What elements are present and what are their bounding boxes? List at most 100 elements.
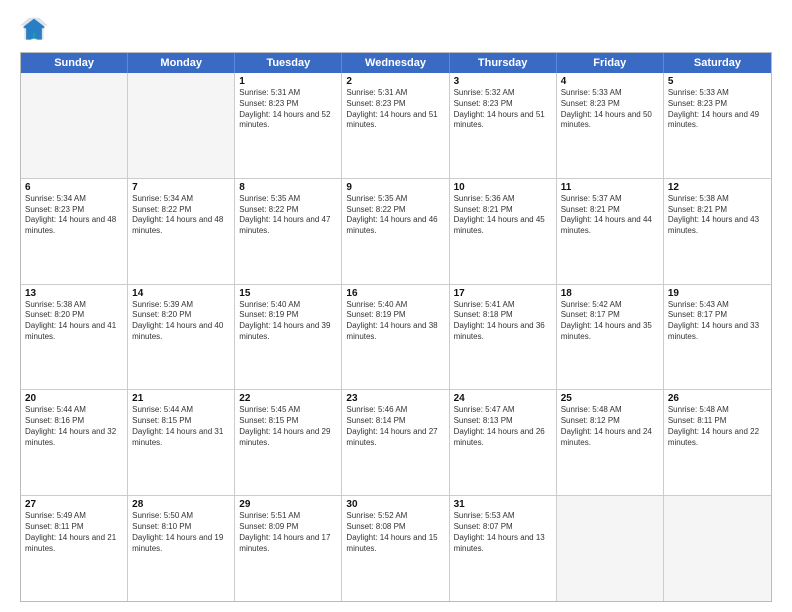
day-info: Sunrise: 5:42 AMSunset: 8:17 PMDaylight:… [561, 300, 659, 343]
calendar-cell: 14Sunrise: 5:39 AMSunset: 8:20 PMDayligh… [128, 285, 235, 390]
calendar-cell: 1Sunrise: 5:31 AMSunset: 8:23 PMDaylight… [235, 73, 342, 178]
calendar-cell: 6Sunrise: 5:34 AMSunset: 8:23 PMDaylight… [21, 179, 128, 284]
calendar-cell: 13Sunrise: 5:38 AMSunset: 8:20 PMDayligh… [21, 285, 128, 390]
day-number: 27 [25, 499, 123, 510]
calendar-row: 1Sunrise: 5:31 AMSunset: 8:23 PMDaylight… [21, 73, 771, 179]
day-info: Sunrise: 5:48 AMSunset: 8:12 PMDaylight:… [561, 405, 659, 448]
day-info: Sunrise: 5:31 AMSunset: 8:23 PMDaylight:… [346, 88, 444, 131]
calendar-cell: 15Sunrise: 5:40 AMSunset: 8:19 PMDayligh… [235, 285, 342, 390]
day-info: Sunrise: 5:34 AMSunset: 8:23 PMDaylight:… [25, 194, 123, 237]
day-info: Sunrise: 5:50 AMSunset: 8:10 PMDaylight:… [132, 511, 230, 554]
calendar-cell: 24Sunrise: 5:47 AMSunset: 8:13 PMDayligh… [450, 390, 557, 495]
calendar-cell: 30Sunrise: 5:52 AMSunset: 8:08 PMDayligh… [342, 496, 449, 601]
calendar-cell [128, 73, 235, 178]
weekday-header: Monday [128, 53, 235, 73]
day-info: Sunrise: 5:48 AMSunset: 8:11 PMDaylight:… [668, 405, 767, 448]
day-info: Sunrise: 5:41 AMSunset: 8:18 PMDaylight:… [454, 300, 552, 343]
day-number: 10 [454, 182, 552, 193]
day-number: 16 [346, 288, 444, 299]
day-number: 8 [239, 182, 337, 193]
calendar-cell: 8Sunrise: 5:35 AMSunset: 8:22 PMDaylight… [235, 179, 342, 284]
day-info: Sunrise: 5:44 AMSunset: 8:16 PMDaylight:… [25, 405, 123, 448]
day-number: 15 [239, 288, 337, 299]
day-number: 18 [561, 288, 659, 299]
day-info: Sunrise: 5:44 AMSunset: 8:15 PMDaylight:… [132, 405, 230, 448]
calendar-cell: 25Sunrise: 5:48 AMSunset: 8:12 PMDayligh… [557, 390, 664, 495]
calendar-cell: 28Sunrise: 5:50 AMSunset: 8:10 PMDayligh… [128, 496, 235, 601]
day-info: Sunrise: 5:38 AMSunset: 8:21 PMDaylight:… [668, 194, 767, 237]
calendar-cell: 16Sunrise: 5:40 AMSunset: 8:19 PMDayligh… [342, 285, 449, 390]
calendar-row: 13Sunrise: 5:38 AMSunset: 8:20 PMDayligh… [21, 285, 771, 391]
day-info: Sunrise: 5:32 AMSunset: 8:23 PMDaylight:… [454, 88, 552, 131]
day-info: Sunrise: 5:51 AMSunset: 8:09 PMDaylight:… [239, 511, 337, 554]
calendar-cell: 31Sunrise: 5:53 AMSunset: 8:07 PMDayligh… [450, 496, 557, 601]
day-info: Sunrise: 5:33 AMSunset: 8:23 PMDaylight:… [668, 88, 767, 131]
calendar-cell: 26Sunrise: 5:48 AMSunset: 8:11 PMDayligh… [664, 390, 771, 495]
day-number: 11 [561, 182, 659, 193]
logo-icon [20, 16, 48, 44]
weekday-header: Saturday [664, 53, 771, 73]
day-number: 31 [454, 499, 552, 510]
weekday-header: Wednesday [342, 53, 449, 73]
day-info: Sunrise: 5:31 AMSunset: 8:23 PMDaylight:… [239, 88, 337, 131]
day-number: 21 [132, 393, 230, 404]
calendar-cell [21, 73, 128, 178]
day-number: 17 [454, 288, 552, 299]
calendar: SundayMondayTuesdayWednesdayThursdayFrid… [20, 52, 772, 602]
day-number: 7 [132, 182, 230, 193]
day-number: 20 [25, 393, 123, 404]
calendar-cell: 11Sunrise: 5:37 AMSunset: 8:21 PMDayligh… [557, 179, 664, 284]
calendar-cell: 27Sunrise: 5:49 AMSunset: 8:11 PMDayligh… [21, 496, 128, 601]
day-info: Sunrise: 5:40 AMSunset: 8:19 PMDaylight:… [346, 300, 444, 343]
calendar-cell: 12Sunrise: 5:38 AMSunset: 8:21 PMDayligh… [664, 179, 771, 284]
day-number: 25 [561, 393, 659, 404]
day-number: 28 [132, 499, 230, 510]
day-number: 23 [346, 393, 444, 404]
calendar-cell: 17Sunrise: 5:41 AMSunset: 8:18 PMDayligh… [450, 285, 557, 390]
weekday-header: Thursday [450, 53, 557, 73]
logo [20, 16, 52, 44]
day-number: 19 [668, 288, 767, 299]
page: SundayMondayTuesdayWednesdayThursdayFrid… [0, 0, 792, 612]
day-number: 14 [132, 288, 230, 299]
day-info: Sunrise: 5:38 AMSunset: 8:20 PMDaylight:… [25, 300, 123, 343]
calendar-cell: 2Sunrise: 5:31 AMSunset: 8:23 PMDaylight… [342, 73, 449, 178]
header [20, 16, 772, 44]
day-info: Sunrise: 5:39 AMSunset: 8:20 PMDaylight:… [132, 300, 230, 343]
day-info: Sunrise: 5:40 AMSunset: 8:19 PMDaylight:… [239, 300, 337, 343]
calendar-cell: 9Sunrise: 5:35 AMSunset: 8:22 PMDaylight… [342, 179, 449, 284]
day-number: 5 [668, 76, 767, 87]
day-number: 2 [346, 76, 444, 87]
day-number: 3 [454, 76, 552, 87]
day-number: 9 [346, 182, 444, 193]
calendar-cell: 4Sunrise: 5:33 AMSunset: 8:23 PMDaylight… [557, 73, 664, 178]
calendar-cell: 23Sunrise: 5:46 AMSunset: 8:14 PMDayligh… [342, 390, 449, 495]
calendar-cell: 29Sunrise: 5:51 AMSunset: 8:09 PMDayligh… [235, 496, 342, 601]
day-number: 12 [668, 182, 767, 193]
calendar-cell: 20Sunrise: 5:44 AMSunset: 8:16 PMDayligh… [21, 390, 128, 495]
day-number: 26 [668, 393, 767, 404]
calendar-header: SundayMondayTuesdayWednesdayThursdayFrid… [21, 53, 771, 73]
day-number: 24 [454, 393, 552, 404]
calendar-row: 20Sunrise: 5:44 AMSunset: 8:16 PMDayligh… [21, 390, 771, 496]
weekday-header: Friday [557, 53, 664, 73]
calendar-cell: 7Sunrise: 5:34 AMSunset: 8:22 PMDaylight… [128, 179, 235, 284]
calendar-row: 27Sunrise: 5:49 AMSunset: 8:11 PMDayligh… [21, 496, 771, 601]
calendar-cell: 22Sunrise: 5:45 AMSunset: 8:15 PMDayligh… [235, 390, 342, 495]
day-info: Sunrise: 5:46 AMSunset: 8:14 PMDaylight:… [346, 405, 444, 448]
day-info: Sunrise: 5:37 AMSunset: 8:21 PMDaylight:… [561, 194, 659, 237]
day-info: Sunrise: 5:36 AMSunset: 8:21 PMDaylight:… [454, 194, 552, 237]
calendar-cell: 18Sunrise: 5:42 AMSunset: 8:17 PMDayligh… [557, 285, 664, 390]
day-info: Sunrise: 5:33 AMSunset: 8:23 PMDaylight:… [561, 88, 659, 131]
day-number: 22 [239, 393, 337, 404]
calendar-cell: 19Sunrise: 5:43 AMSunset: 8:17 PMDayligh… [664, 285, 771, 390]
calendar-row: 6Sunrise: 5:34 AMSunset: 8:23 PMDaylight… [21, 179, 771, 285]
day-info: Sunrise: 5:34 AMSunset: 8:22 PMDaylight:… [132, 194, 230, 237]
calendar-cell [664, 496, 771, 601]
day-number: 30 [346, 499, 444, 510]
day-info: Sunrise: 5:47 AMSunset: 8:13 PMDaylight:… [454, 405, 552, 448]
calendar-cell: 3Sunrise: 5:32 AMSunset: 8:23 PMDaylight… [450, 73, 557, 178]
day-info: Sunrise: 5:49 AMSunset: 8:11 PMDaylight:… [25, 511, 123, 554]
day-info: Sunrise: 5:52 AMSunset: 8:08 PMDaylight:… [346, 511, 444, 554]
calendar-body: 1Sunrise: 5:31 AMSunset: 8:23 PMDaylight… [21, 73, 771, 601]
